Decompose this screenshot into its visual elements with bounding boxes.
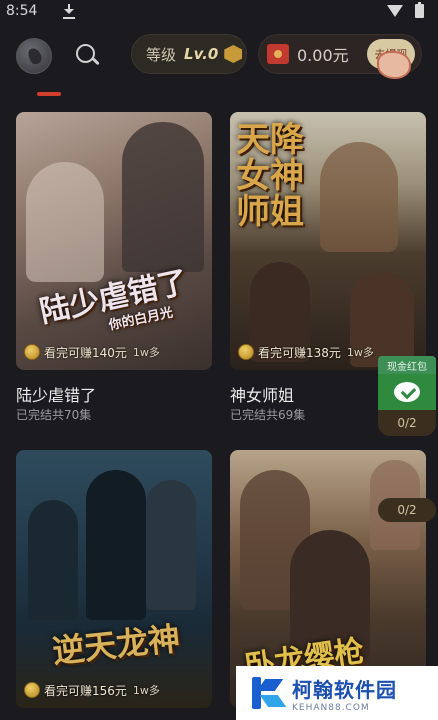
cash-red-packet-widget[interactable]: 现金红包 0/2 <box>378 356 436 436</box>
earn-text: 看完可赚156元 <box>44 683 127 698</box>
coin-icon <box>24 682 40 698</box>
search-button[interactable] <box>74 42 100 68</box>
level-coin-icon <box>224 45 243 63</box>
coin-icon <box>238 344 254 360</box>
cash-pill[interactable]: 0.00元 去提现 <box>258 34 422 79</box>
coin-icon <box>24 344 40 360</box>
site-watermark: 柯翰软件园 KEHAN88.COM <box>236 666 438 720</box>
red-packet-label: 现金红包 <box>378 356 436 374</box>
avatar[interactable] <box>16 38 52 74</box>
watermark-name: 柯翰软件园 <box>292 677 397 702</box>
level-pill[interactable]: 等级 Lv.0 <box>131 34 247 74</box>
level-value: Lv.0 <box>184 45 219 63</box>
drama-card[interactable]: 逆天龙神 看完可赚156元 1w多 <box>16 450 212 708</box>
earn-text: 看完可赚138元 <box>258 345 341 360</box>
play-count: 1w多 <box>132 346 160 359</box>
drama-title: 陆少虐错了 <box>16 386 97 405</box>
battery-icon <box>415 2 424 18</box>
top-bar: 等级 Lv.0 0.00元 去提现 <box>0 30 438 96</box>
level-label: 等级 <box>146 45 177 64</box>
red-packet-body[interactable] <box>378 374 436 410</box>
pointing-hand-icon <box>377 51 411 79</box>
drama-poster[interactable]: 陆少虐错了 你的白月光 看完可赚140元 1w多 <box>16 112 212 370</box>
drama-poster[interactable]: 逆天龙神 看完可赚156元 1w多 <box>16 450 212 708</box>
cash-value: 0.00元 <box>297 46 349 65</box>
wifi-icon <box>387 5 403 17</box>
earn-badge: 看完可赚140元 1w多 <box>24 342 160 362</box>
k-logo-icon <box>248 675 287 711</box>
download-icon <box>63 3 76 19</box>
red-envelope-icon <box>267 44 289 64</box>
drama-card[interactable]: 陆少虐错了 你的白月光 看完可赚140元 1w多 陆少虐错了 已完结共70集 <box>16 112 212 423</box>
red-packet-progress: 0/2 <box>378 410 436 436</box>
tab-indicator <box>37 92 61 96</box>
earn-badge: 看完可赚156元 1w多 <box>24 680 160 700</box>
poster-title: 天降女神师姐 <box>236 120 304 232</box>
status-time: 8:54 <box>6 3 38 19</box>
red-packet-progress-2: 0/2 <box>378 498 436 522</box>
play-count: 1w多 <box>132 684 160 697</box>
watermark-url: KEHAN88.COM <box>292 702 370 713</box>
drama-poster[interactable]: 天降女神师姐 看完可赚138元 1w多 <box>230 112 426 370</box>
earn-text: 看完可赚140元 <box>44 345 127 360</box>
earn-badge: 看完可赚138元 1w多 <box>238 342 374 362</box>
play-count: 1w多 <box>346 346 374 359</box>
status-bar: 8:54 <box>0 0 438 22</box>
drama-meta: 已完结共70集 <box>16 408 92 422</box>
chat-icon <box>394 382 420 402</box>
